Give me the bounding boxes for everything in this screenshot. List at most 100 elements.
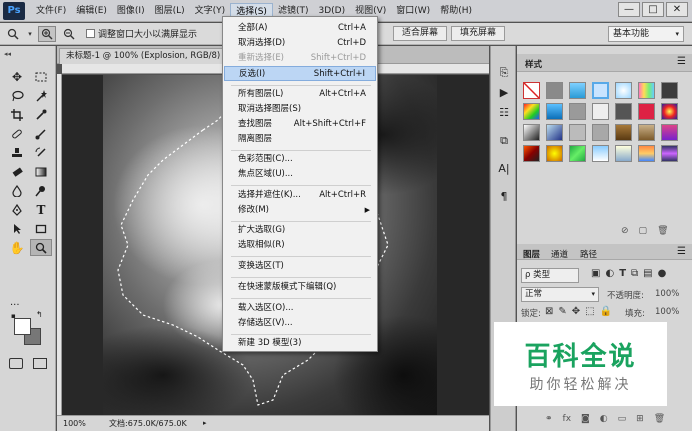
add-mask-icon[interactable]: ◙ <box>581 414 590 424</box>
panel-collapse-icon[interactable]: ◂◂ <box>4 50 11 58</box>
lock-all-icon[interactable]: 🔒 <box>600 306 612 317</box>
lock-pixels-icon[interactable]: ✎ <box>558 306 566 317</box>
clone-stamp-icon[interactable] <box>6 144 28 161</box>
menu-item-new-3d-extrusion[interactable]: 新建 3D 模型(3) <box>224 336 376 351</box>
fill-screen-button[interactable]: 填充屏幕 <box>451 26 506 41</box>
menu-item-focus-area[interactable]: 焦点区域(U)... <box>224 167 376 182</box>
style-swatch[interactable] <box>546 145 563 162</box>
menu-item-select-all[interactable]: 全部(A) Ctrl+A <box>224 21 376 36</box>
style-swatch[interactable] <box>661 145 678 162</box>
menu-item-select-and-mask[interactable]: 选择并遮住(K)... Alt+Ctrl+R <box>224 188 376 203</box>
close-button[interactable]: ✕ <box>666 2 688 17</box>
fit-screen-button[interactable]: 适合屏幕 <box>393 26 448 41</box>
adjustment-layer-icon[interactable]: ◐ <box>600 414 608 424</box>
lock-artboard-icon[interactable]: ⬚ <box>585 306 594 317</box>
smart-object-filter-icon[interactable]: ▤ <box>643 268 652 279</box>
new-layer-icon[interactable]: ⊞ <box>636 414 644 424</box>
properties-icon[interactable]: ☷ <box>494 104 514 121</box>
style-swatch[interactable] <box>592 82 609 99</box>
zoom-in-icon[interactable] <box>38 25 56 42</box>
rectangle-tool-icon[interactable] <box>30 220 52 237</box>
style-swatch[interactable] <box>569 103 586 120</box>
style-swatch[interactable] <box>523 124 540 141</box>
style-swatch[interactable] <box>523 145 540 162</box>
resize-windows-checkbox[interactable]: 调整窗口大小以满屏显示 <box>86 27 197 40</box>
style-swatch[interactable] <box>546 103 563 120</box>
menu-item-deselect-layers[interactable]: 取消选择图层(S) <box>224 102 376 117</box>
style-swatch[interactable] <box>592 145 609 162</box>
healing-brush-icon[interactable] <box>6 125 28 142</box>
menu-item-save-selection[interactable]: 存储选区(V)... <box>224 316 376 331</box>
menu-item-all-layers[interactable]: 所有图层(L) Alt+Ctrl+A <box>224 87 376 102</box>
chevron-right-icon[interactable]: ▸ <box>203 416 207 431</box>
style-swatch[interactable] <box>638 124 655 141</box>
document-tab[interactable]: 未标题-1 @ 100% (Explosion, RGB/8) * × <box>59 48 248 64</box>
clear-style-icon[interactable]: ⊘ <box>621 226 629 236</box>
menu-file[interactable]: 文件(F) <box>31 3 71 19</box>
new-style-icon[interactable]: ▢ <box>639 226 648 236</box>
lasso-tool-icon[interactable] <box>6 87 28 104</box>
type-filter-icon[interactable]: T <box>619 268 626 279</box>
blur-tool-icon[interactable] <box>6 182 28 199</box>
menu-item-reselect[interactable]: 重新选择(E) Shift+Ctrl+D <box>224 51 376 66</box>
style-swatch[interactable] <box>661 124 678 141</box>
style-swatch[interactable] <box>638 103 655 120</box>
style-swatch[interactable] <box>615 145 632 162</box>
path-selection-icon[interactable] <box>6 220 28 237</box>
style-swatch[interactable] <box>615 82 632 99</box>
brush-tool-icon[interactable] <box>30 125 52 142</box>
move-tool-icon[interactable]: ✥ <box>6 68 28 85</box>
style-swatch[interactable] <box>523 103 540 120</box>
actions-play-icon[interactable]: ▶ <box>494 84 514 101</box>
hand-tool-icon[interactable]: ✋ <box>6 239 28 256</box>
menu-item-load-selection[interactable]: 载入选区(O)... <box>224 301 376 316</box>
marquee-tool-icon[interactable] <box>30 68 52 85</box>
style-swatch[interactable] <box>592 103 609 120</box>
screen-mode-icon[interactable] <box>33 358 47 369</box>
menu-window[interactable]: 窗口(W) <box>391 3 435 19</box>
eyedropper-icon[interactable] <box>30 106 52 123</box>
style-swatch[interactable] <box>638 145 655 162</box>
crop-tool-icon[interactable] <box>6 106 28 123</box>
eraser-tool-icon[interactable] <box>6 163 28 180</box>
layer-filter-select[interactable]: ρ 类型 <box>521 268 579 283</box>
style-swatch[interactable] <box>661 103 678 120</box>
panel-menu-icon[interactable]: ☰ <box>677 56 686 67</box>
layer-style-icon[interactable]: fx <box>563 414 572 424</box>
style-none-swatch[interactable] <box>523 82 540 99</box>
minimize-button[interactable]: — <box>618 2 640 17</box>
link-layers-icon[interactable]: ⚭ <box>545 414 553 424</box>
menu-item-inverse[interactable]: 反选(I) Shift+Ctrl+I <box>224 66 376 81</box>
clone-source-icon[interactable]: ⧉ <box>494 132 514 149</box>
filter-toggle-icon[interactable]: ● <box>658 268 667 279</box>
tab-paths[interactable]: 路径 <box>580 248 597 260</box>
zoom-tool-icon[interactable] <box>4 26 22 42</box>
style-swatch[interactable] <box>615 124 632 141</box>
style-swatch[interactable] <box>569 145 586 162</box>
lock-position-icon[interactable]: ✥ <box>572 306 580 317</box>
fill-value[interactable]: 100% <box>655 307 679 317</box>
zoom-level[interactable]: 100% <box>63 416 86 431</box>
pen-tool-icon[interactable] <box>6 201 28 218</box>
type-tool-icon[interactable]: T <box>30 201 52 218</box>
character-icon[interactable]: A| <box>494 160 514 177</box>
tab-channels[interactable]: 通道 <box>551 248 568 260</box>
chevron-down-icon[interactable]: ▾ <box>26 26 34 42</box>
style-swatch[interactable] <box>546 124 563 141</box>
opacity-value[interactable]: 100% <box>655 289 679 299</box>
blend-mode-select[interactable]: 正常 ▾ <box>521 287 599 302</box>
gradient-tool-icon[interactable] <box>30 163 52 180</box>
style-swatch[interactable] <box>546 82 563 99</box>
style-swatch[interactable] <box>661 82 678 99</box>
dodge-tool-icon[interactable] <box>30 182 52 199</box>
zoom-out-icon[interactable] <box>60 26 78 42</box>
menu-item-grow[interactable]: 扩大选取(G) <box>224 223 376 238</box>
menu-layer[interactable]: 图层(L) <box>150 3 190 19</box>
workspace-select[interactable]: 基本功能 ▾ <box>608 26 684 42</box>
menu-help[interactable]: 帮助(H) <box>435 3 477 19</box>
menu-item-modify[interactable]: 修改(M) ▶ <box>224 203 376 218</box>
paragraph-icon[interactable]: ¶ <box>494 188 514 205</box>
magic-wand-icon[interactable] <box>30 87 52 104</box>
quick-mask-icon[interactable] <box>9 358 23 369</box>
maximize-button[interactable]: □ <box>642 2 664 17</box>
